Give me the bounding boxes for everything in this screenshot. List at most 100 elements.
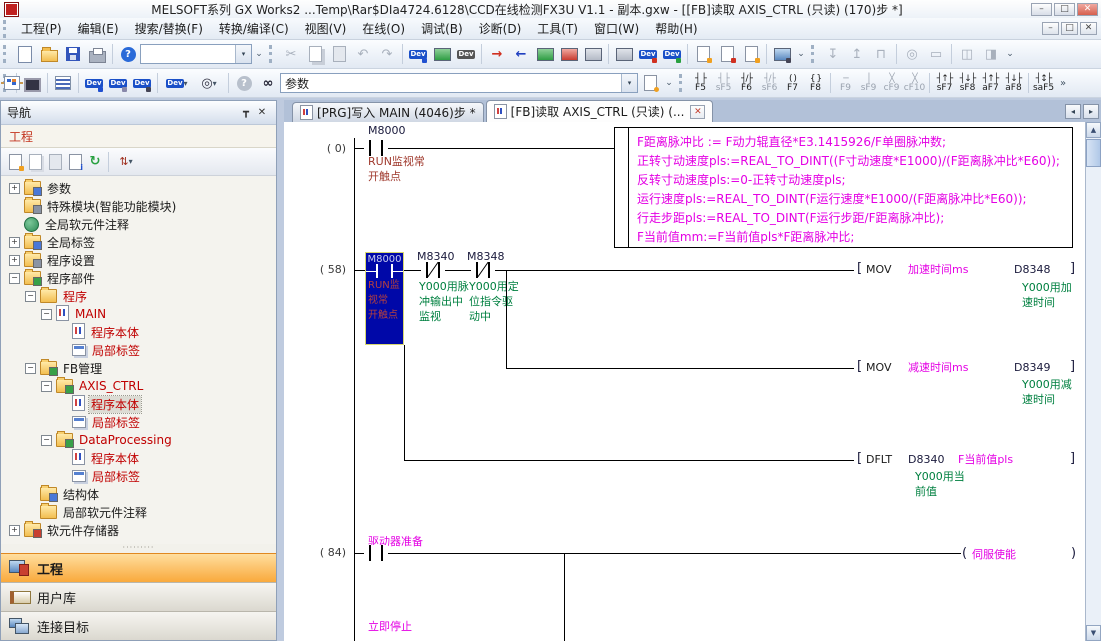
operand-label[interactable]: 加速时间ms (907, 263, 969, 277)
selected-cell-m8000[interactable]: M8000 RUN监视常开触点 (365, 252, 404, 345)
scroll-up-icon[interactable]: ▲ (1086, 122, 1101, 138)
sort-icon[interactable]: ⇅▾ (112, 152, 140, 172)
vertical-scrollbar[interactable]: ▲ ▼ (1085, 122, 1101, 641)
list-view-icon[interactable] (52, 72, 74, 94)
view-button-user-library[interactable]: 用户库 (1, 582, 276, 611)
tree-item-dataprocessing-local-label[interactable]: 局部标签 (1, 467, 276, 485)
fkey-close-contact[interactable]: ┤/├F6 (736, 70, 758, 96)
tree-item-pou[interactable]: −程序部件 (1, 269, 276, 287)
tree-item-main[interactable]: −MAIN (1, 305, 276, 323)
tree-item-dataprocessing-program-body[interactable]: 程序本体 (1, 449, 276, 467)
monitor-mode-icon[interactable] (582, 43, 604, 65)
verify-with-plc-icon[interactable] (613, 43, 635, 65)
print-icon[interactable] (86, 43, 108, 65)
menu-edit[interactable]: 编辑(E) (70, 17, 127, 40)
fkey-falling-pulse[interactable]: ┤↓├sF8 (957, 70, 979, 96)
combo-dropdown-icon[interactable]: ▾ (621, 74, 637, 92)
device-find-icon[interactable]: Dev (83, 72, 105, 94)
instruction-mov1[interactable]: MOV (865, 263, 892, 277)
fkey-invert-pulse[interactable]: ┤↕├saF5 (1033, 70, 1055, 96)
tree-item-main-program-body[interactable]: 程序本体 (1, 323, 276, 341)
fkey-open-contact[interactable]: ┤ ├F5 (690, 70, 712, 96)
fkey-rising-pulse[interactable]: ┤↑├sF7 (934, 70, 956, 96)
child-minimize-button[interactable]: – (1042, 22, 1059, 35)
close-button[interactable]: ✕ (1077, 3, 1098, 16)
tree-item-structure[interactable]: 结构体 (1, 485, 276, 503)
cut-icon[interactable]: ✂ (280, 43, 302, 65)
watch-combobox[interactable]: 参数 ▾ (280, 73, 638, 93)
tree-item-parameter[interactable]: +参数 (1, 179, 276, 197)
paste-item-icon[interactable] (45, 152, 65, 172)
contact-m8348[interactable] (471, 262, 495, 278)
skip-execution-icon[interactable]: ◫ (956, 43, 978, 65)
maximize-button[interactable]: □ (1054, 3, 1075, 16)
toolbar-overflow-icon[interactable]: ⌄ (1004, 43, 1016, 65)
tab-axis-ctrl[interactable]: [FB]读取 AXIS_CTRL (只读) (...✕ (486, 100, 714, 122)
operand-label[interactable]: F当前值pls (957, 453, 1014, 467)
quick-search-combobox[interactable]: ▾ (140, 44, 252, 64)
tree-item-dataprocessing[interactable]: −DataProcessing (1, 431, 276, 449)
data-info-icon[interactable]: i (65, 152, 85, 172)
device-monitor-icon[interactable] (431, 43, 453, 65)
operand-device[interactable]: D8349 (1013, 361, 1051, 375)
scroll-down-icon[interactable]: ▼ (1086, 625, 1101, 641)
toolbar-overflow-icon[interactable]: ⌄ (253, 43, 265, 65)
doc-search-icon[interactable] (639, 72, 661, 94)
child-close-button[interactable]: ✕ (1080, 22, 1097, 35)
close-tab-icon[interactable]: ✕ (690, 105, 705, 119)
menu-project[interactable]: 工程(P) (13, 17, 70, 40)
copy-item-icon[interactable] (25, 152, 45, 172)
expander[interactable]: − (25, 291, 36, 302)
tree-item-fb-management[interactable]: −FB管理 (1, 359, 276, 377)
fkey-falling-pulse-branch[interactable]: ┤↓├aF8 (1003, 70, 1025, 96)
expander[interactable]: + (9, 183, 20, 194)
operand-device[interactable]: D8348 (1013, 263, 1051, 277)
menu-convert-compile[interactable]: 转换/编译(C) (211, 17, 297, 40)
expander[interactable]: − (41, 435, 52, 446)
expander[interactable]: − (25, 363, 36, 374)
combo-dropdown-icon[interactable]: ▾ (235, 45, 251, 63)
export-doc-icon[interactable] (692, 43, 714, 65)
tree-item-program-setting[interactable]: +程序设置 (1, 251, 276, 269)
fkey-coil[interactable]: ( )F7 (782, 70, 804, 96)
ladder-editor[interactable]: ( 0) M8000 RUN监视常 开触点 F距离脉冲比 := F动力辊直径*E… (284, 122, 1085, 641)
pin-icon[interactable]: ┳ (238, 105, 254, 120)
redo-icon[interactable]: ↷ (376, 43, 398, 65)
contact-drive-ready[interactable] (364, 545, 388, 561)
view-button-project[interactable]: 工程 (1, 553, 276, 582)
inline-st-block[interactable]: F距离脉冲比 := F动力辊直径*E3.1415926/F单圈脉冲数; 正转寸动… (614, 127, 1073, 248)
device-table-icon[interactable]: Dev (107, 72, 129, 94)
expander[interactable]: + (9, 525, 20, 536)
tree-item-axis-ctrl-local-label[interactable]: 局部标签 (1, 413, 276, 431)
tab-scroll-right-icon[interactable]: ▸ (1083, 104, 1099, 119)
fkey-application-instruction[interactable]: { }F8 (805, 70, 827, 96)
help-icon[interactable]: ? (117, 43, 139, 65)
debug-device-icon[interactable]: ▭ (925, 43, 947, 65)
find-binoculars-icon[interactable]: ∞ (257, 72, 279, 94)
tree-item-global-comment[interactable]: 全局软元件注释 (1, 215, 276, 233)
pulse-execution-icon[interactable]: ⊓ (870, 43, 892, 65)
monitor-lock-icon[interactable] (771, 43, 793, 65)
device-write-icon[interactable]: Dev (407, 43, 429, 65)
toolbar-overflow-icon[interactable]: ⌄ (795, 43, 807, 65)
menu-diagnostics[interactable]: 诊断(D) (471, 17, 530, 40)
toolbar-overflow-icon[interactable]: ⌄ (663, 72, 675, 94)
device-memory-green-icon[interactable]: Dev (661, 43, 683, 65)
menu-help[interactable]: 帮助(H) (647, 17, 705, 40)
step-execution2-icon[interactable]: ↥ (846, 43, 868, 65)
refresh-icon[interactable]: ↻ (85, 152, 105, 172)
toolbar-wrap-icon[interactable]: » (1056, 72, 1070, 94)
fkey-vertical-line[interactable]: │sF9 (858, 70, 880, 96)
panel-splitter[interactable]: ········· (1, 544, 276, 553)
minimize-button[interactable]: – (1031, 3, 1052, 16)
tree-item-device-memory[interactable]: +软元件存储器 (1, 521, 276, 539)
contact-m8000[interactable] (364, 140, 388, 156)
tree-item-main-local-label[interactable]: 局部标签 (1, 341, 276, 359)
instruction-mov2[interactable]: MOV (865, 361, 892, 375)
device-search-icon[interactable]: ◎▾ (194, 72, 224, 94)
intelligent-module-icon[interactable] (21, 72, 43, 94)
menu-tools[interactable]: 工具(T) (529, 17, 586, 40)
expander[interactable]: + (9, 255, 20, 266)
fkey-rising-pulse-branch[interactable]: ┤↑├aF7 (980, 70, 1002, 96)
tree-item-program[interactable]: −程序 (1, 287, 276, 305)
